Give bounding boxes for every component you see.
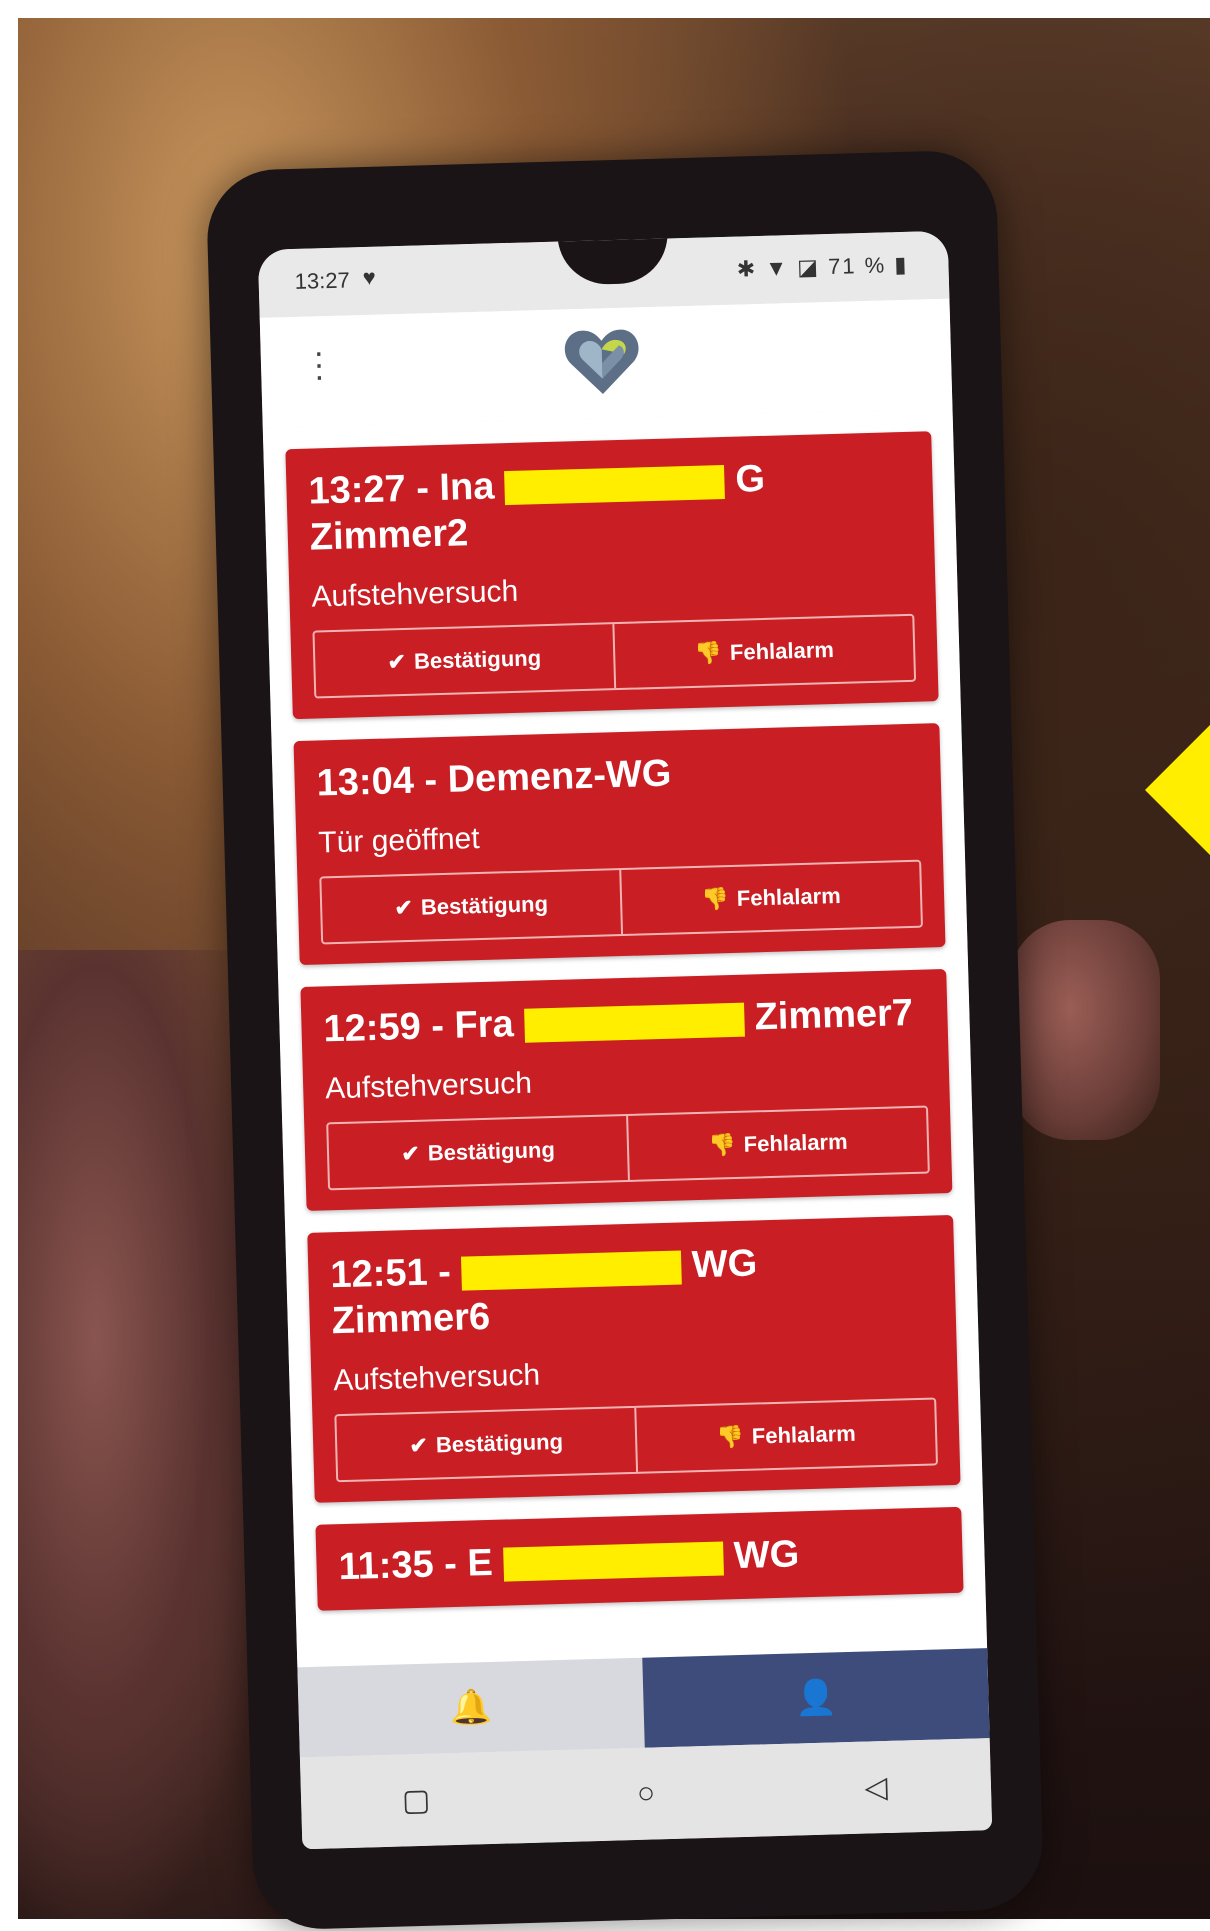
confirm-button[interactable]: ✔ Bestätigung	[328, 1116, 628, 1188]
check-icon: ✔	[400, 1140, 421, 1167]
redaction-bar	[502, 1541, 724, 1582]
alarm-actions: ✔ Bestätigung 👎 Fehlalarm	[326, 1105, 930, 1191]
home-button[interactable]: ○	[606, 1776, 687, 1812]
more-vert-icon[interactable]: · · ·	[309, 333, 330, 395]
thumbs-down-icon: 👎	[716, 1423, 745, 1450]
confirm-button[interactable]: ✔ Bestätigung	[321, 870, 621, 942]
app-bar: · · ·	[259, 298, 953, 428]
alarm-card[interactable]: 13:27 - Ina G Zimmer2 Aufstehversuch ✔ B…	[285, 431, 939, 720]
false-alarm-button[interactable]: 👎 Fehlalarm	[619, 861, 921, 935]
alarm-title-suffix: WG	[691, 1242, 758, 1287]
alarm-title-prefix: 13:27 - Ina	[307, 465, 495, 513]
alarm-card[interactable]: 12:51 - WG Zimmer6 Aufstehversuch ✔ Best…	[307, 1214, 961, 1503]
alarm-title-prefix: 12:59 - Fra	[323, 1003, 515, 1051]
phone: 13:27 ♥ ✱ ▼ ◪ 71 % ▮ ··· 13:27 - Ina G	[205, 149, 1045, 1931]
alarm-title: 13:27 - Ina G Zimmer2	[308, 452, 912, 561]
confirm-button[interactable]: ✔ Bestätigung	[315, 624, 615, 696]
finger	[1010, 920, 1160, 1140]
alarm-type: Aufstehversuch	[311, 574, 519, 614]
thumbs-down-icon: 👎	[701, 886, 730, 912]
heart-logo	[564, 329, 639, 395]
tab-alarms[interactable]: 🔔	[297, 1657, 645, 1758]
status-time: 13:27	[294, 267, 351, 294]
alarm-actions: ✔ Bestätigung 👎 Fehlalarm	[312, 613, 917, 699]
check-icon: ✔	[409, 1432, 429, 1459]
thumbs-down-icon: 👎	[694, 640, 723, 666]
false-alarm-label: Fehlalarm	[729, 637, 835, 665]
alarm-card[interactable]: 11:35 - E WG	[315, 1506, 964, 1611]
alarm-title-prefix: 13:04 - Demenz-WG	[316, 752, 672, 805]
system-navigation: ▢ ○ ◁	[299, 1738, 993, 1850]
alarm-type: Aufstehversuch	[324, 1066, 533, 1106]
check-icon: ✔	[387, 648, 407, 675]
pointer-marker	[1145, 720, 1210, 860]
alarm-card[interactable]: 13:04 - Demenz-WG Tür geöffnet ✔ Bestäti…	[293, 723, 946, 966]
alarm-title-suffix: Zimmer7	[754, 991, 914, 1039]
alarm-actions: ✔ Bestätigung 👎 Fehlalarm	[319, 859, 923, 945]
confirm-label: Bestätigung	[413, 645, 542, 674]
status-indicators: ✱ ▼ ◪ 71 % ▮	[736, 251, 909, 282]
alarm-title-line2: Zimmer6	[331, 1295, 491, 1343]
alarm-title-line2: Zimmer2	[309, 512, 469, 559]
alarm-title-suffix: G	[734, 457, 766, 501]
false-alarm-label: Fehlalarm	[743, 1128, 848, 1157]
false-alarm-button[interactable]: 👎 Fehlalarm	[612, 615, 915, 689]
alarm-title: 12:51 - WG Zimmer6	[330, 1236, 934, 1345]
confirm-button[interactable]: ✔ Bestätigung	[336, 1408, 636, 1480]
check-icon: ✔	[394, 894, 414, 921]
alarm-list: 13:27 - Ina G Zimmer2 Aufstehversuch ✔ B…	[262, 408, 988, 1668]
redaction-bar	[523, 1002, 745, 1043]
thumbs-down-icon: 👎	[707, 1131, 737, 1158]
confirm-label: Bestätigung	[427, 1137, 556, 1166]
person-icon: 👤	[794, 1678, 838, 1718]
false-alarm-label: Fehlalarm	[751, 1420, 857, 1449]
confirm-label: Bestätigung	[420, 891, 549, 920]
tab-profile[interactable]: 👤	[642, 1648, 990, 1748]
false-alarm-label: Fehlalarm	[736, 882, 842, 911]
redaction-bar	[504, 464, 726, 506]
alarm-title: 13:04 - Demenz-WG	[316, 744, 919, 807]
back-button[interactable]: ◁	[835, 1769, 916, 1806]
alarm-title: 11:35 - E WG	[338, 1527, 941, 1590]
recents-button[interactable]: ▢	[376, 1782, 457, 1819]
alarm-actions: ✔ Bestätigung 👎 Fehlalarm	[334, 1397, 939, 1483]
false-alarm-button[interactable]: 👎 Fehlalarm	[634, 1399, 936, 1472]
alarm-type: Aufstehversuch	[332, 1358, 541, 1398]
phone-screen: 13:27 ♥ ✱ ▼ ◪ 71 % ▮ ··· 13:27 - Ina G	[257, 230, 993, 1850]
bell-icon: 🔔	[449, 1687, 493, 1728]
alarm-title-prefix: 12:51 -	[329, 1250, 452, 1297]
alarm-title: 12:59 - Fra Zimmer7	[323, 990, 926, 1053]
alarm-card[interactable]: 12:59 - Fra Zimmer7 Aufstehversuch ✔ Bes…	[300, 969, 953, 1211]
redaction-bar	[460, 1250, 682, 1291]
heart-notification-icon: ♥	[362, 264, 377, 291]
confirm-label: Bestätigung	[435, 1428, 564, 1458]
alarm-title-prefix: 11:35 - E	[338, 1541, 494, 1589]
false-alarm-button[interactable]: 👎 Fehlalarm	[626, 1107, 928, 1180]
alarm-type: Tür geöffnet	[317, 821, 481, 860]
alarm-title-suffix: WG	[733, 1533, 800, 1578]
